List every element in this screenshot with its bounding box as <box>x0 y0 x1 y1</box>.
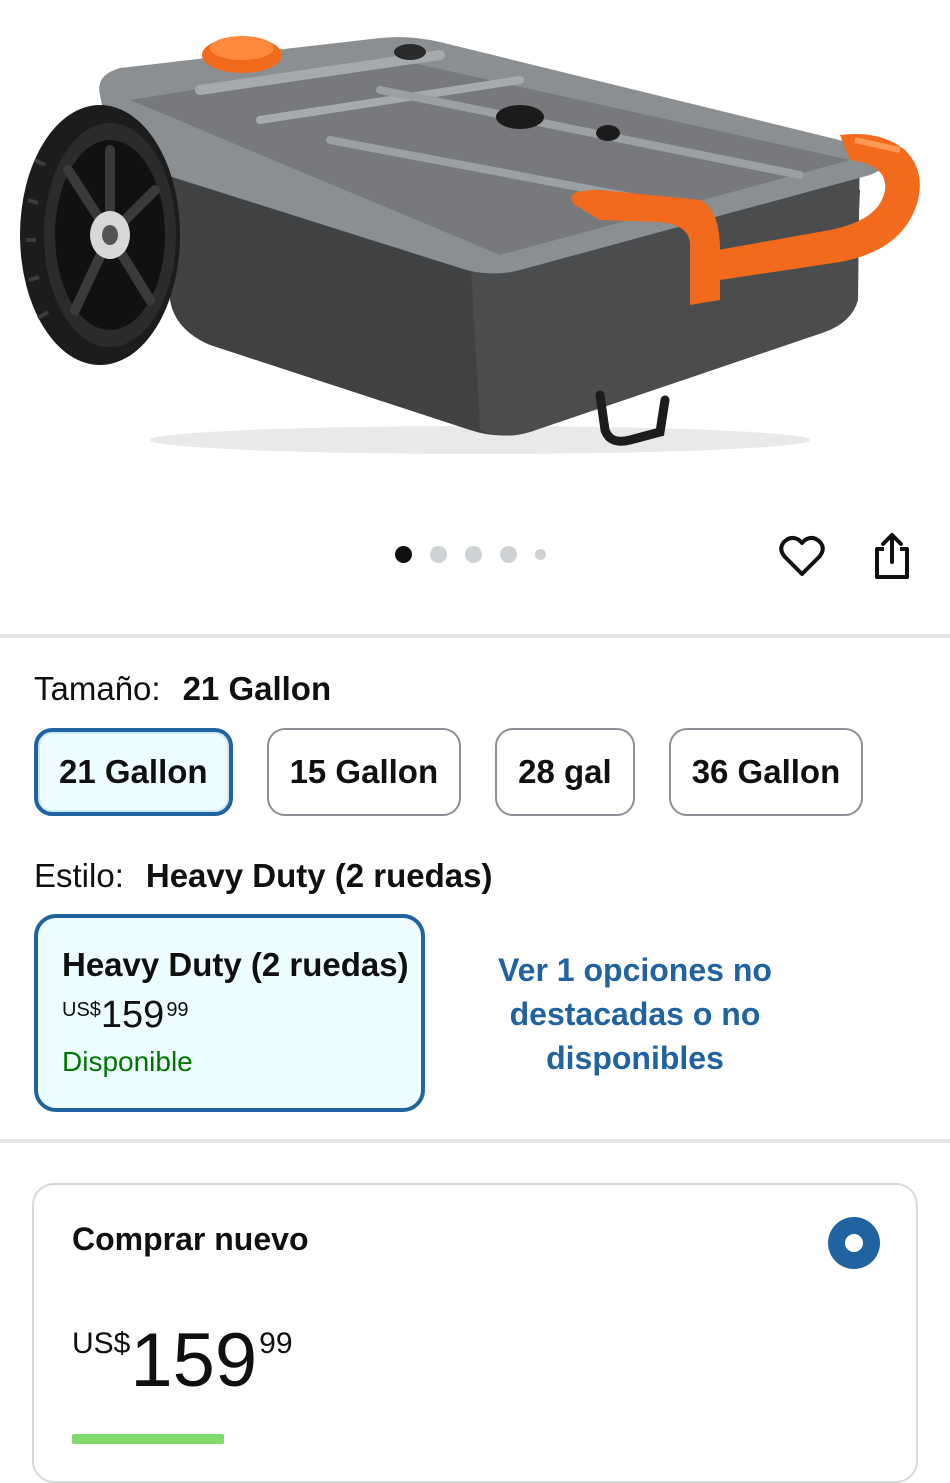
product-image-section <box>0 0 950 635</box>
style-option-title: Heavy Duty (2 ruedas) <box>62 946 409 983</box>
style-selection-label: Estilo: Heavy Duty (2 ruedas) <box>34 857 493 895</box>
buy-new-box: Comprar nuevo US$ 159 99 <box>32 1183 918 1483</box>
carousel-dot[interactable] <box>430 546 447 563</box>
section-divider <box>0 1139 950 1143</box>
share-button[interactable] <box>866 530 918 582</box>
share-icon <box>875 533 909 579</box>
size-option-36-gallon[interactable]: 36 Gallon <box>668 728 864 816</box>
size-option-21-gallon[interactable]: 21 Gallon <box>34 728 233 816</box>
see-more-options-link[interactable]: Ver 1 opciones no destacadas o no dispon… <box>470 948 800 1080</box>
price-whole: 159 <box>130 1318 258 1403</box>
availability-status: Disponible <box>62 1046 193 1077</box>
deal-badge <box>72 1434 224 1444</box>
buy-new-title: Comprar nuevo <box>72 1221 309 1257</box>
price-fraction: 99 <box>166 999 189 1021</box>
style-selected-value: Heavy Duty (2 ruedas) <box>145 857 493 894</box>
size-selection-label: Tamaño: 21 Gallon <box>34 670 331 708</box>
size-option-15-gallon[interactable]: 15 Gallon <box>266 728 462 816</box>
price-fraction: 99 <box>259 1327 293 1360</box>
price-currency: US$ <box>72 1327 131 1360</box>
carousel-dot[interactable] <box>500 546 517 563</box>
style-option-heavy-duty[interactable]: Heavy Duty (2 ruedas) US$ 159 99 Disponi… <box>34 914 425 1112</box>
size-selected-value: 21 Gallon <box>182 670 332 707</box>
style-option-price: US$ 159 99 <box>62 996 421 1034</box>
size-options: 21 Gallon 15 Gallon 28 gal 36 Gallon <box>34 728 864 816</box>
section-divider <box>0 634 950 638</box>
carousel-dot-active[interactable] <box>395 546 412 563</box>
image-carousel-indicator[interactable] <box>395 546 546 563</box>
style-label: Estilo: <box>34 857 124 894</box>
buy-new-radio-button[interactable] <box>828 1217 880 1269</box>
size-label: Tamaño: <box>34 670 161 707</box>
heart-icon <box>779 535 825 576</box>
price-whole: 159 <box>100 994 165 1036</box>
size-option-28-gal[interactable]: 28 gal <box>495 728 635 816</box>
carousel-dot[interactable] <box>535 549 546 560</box>
buy-new-price: US$ 159 99 <box>72 1323 293 1399</box>
price-currency: US$ <box>62 999 101 1021</box>
carousel-dot[interactable] <box>465 546 482 563</box>
product-image-portable-waste-tank[interactable] <box>0 0 950 500</box>
favorite-button[interactable] <box>776 530 828 582</box>
